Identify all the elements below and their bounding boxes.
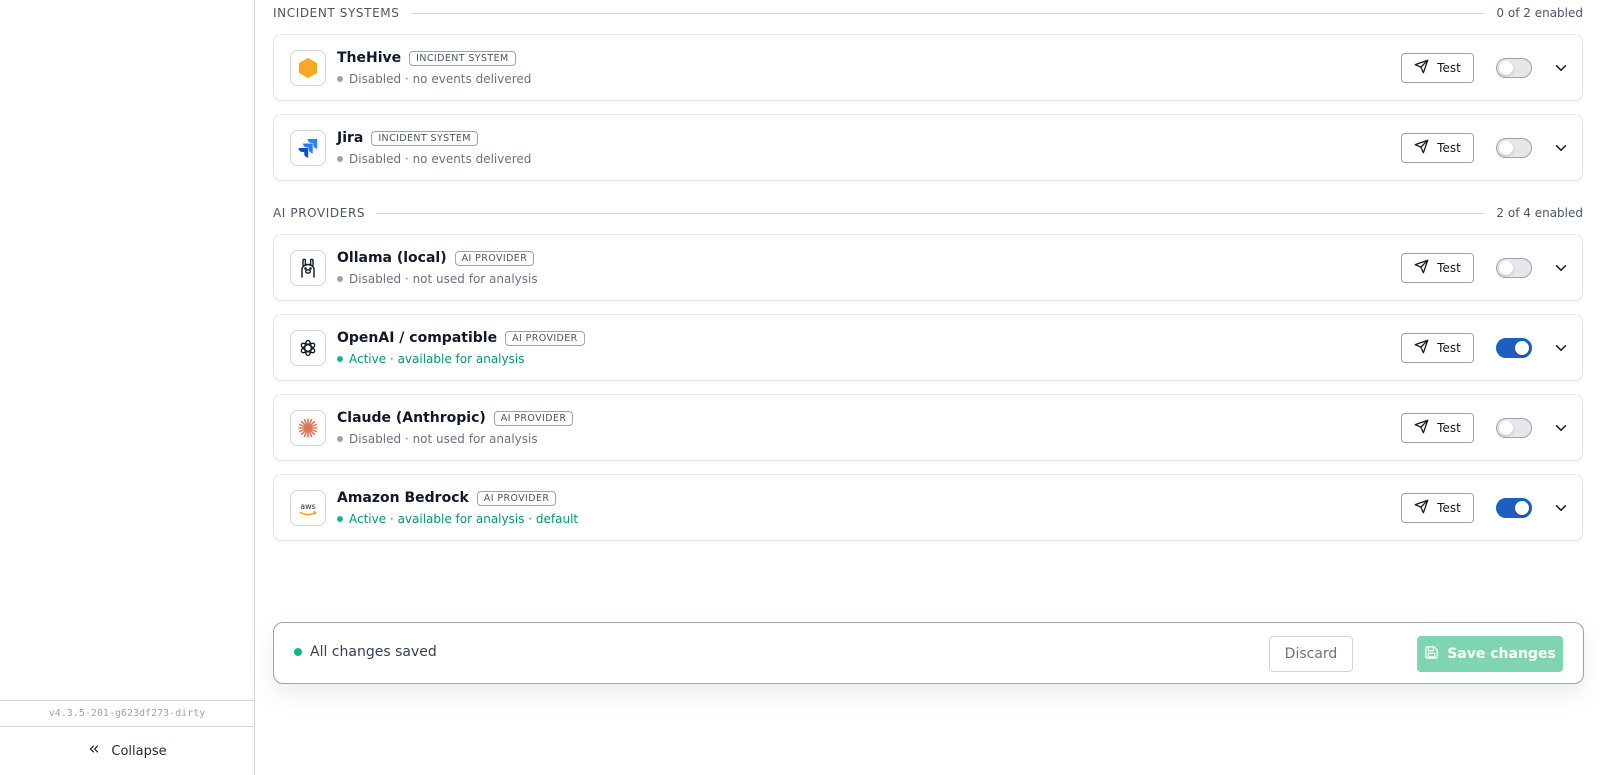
type-badge: INCIDENT SYSTEM	[371, 130, 478, 146]
section-header-incident-systems: INCIDENT SYSTEMS 0 of 2 enabled	[273, 3, 1583, 23]
chevron-down-icon[interactable]	[1552, 419, 1570, 437]
integration-name: Jira	[337, 130, 364, 146]
section-count: 0 of 2 enabled	[1496, 6, 1583, 20]
test-button[interactable]: Test	[1401, 493, 1474, 523]
openai-icon	[290, 330, 326, 366]
status-dot	[337, 76, 343, 82]
integration-name: TheHive	[337, 50, 402, 66]
status-dot	[337, 356, 343, 362]
status-text: Active · available for analysis · defaul…	[349, 512, 579, 526]
integration-card-jira: Jira INCIDENT SYSTEM Disabled · no event…	[273, 114, 1583, 181]
claude-icon	[290, 410, 326, 446]
integration-card-claude: Claude (Anthropic) AI PROVIDER Disabled …	[273, 394, 1583, 461]
status-text: Active · available for analysis	[349, 352, 525, 366]
status-text: Disabled · no events delivered	[349, 72, 532, 86]
send-icon	[1414, 419, 1429, 437]
save-bar: All changes saved Discard Save changes	[273, 622, 1584, 684]
status-dot	[337, 516, 343, 522]
enable-toggle[interactable]	[1496, 498, 1532, 518]
status-text: Disabled · no events delivered	[349, 152, 532, 166]
test-label: Test	[1437, 501, 1461, 515]
version-label: v4.3.5-201-g623df273-dirty	[0, 700, 254, 727]
send-icon	[1414, 339, 1429, 357]
send-icon	[1414, 499, 1429, 517]
thehive-icon	[290, 50, 326, 86]
chevron-down-icon[interactable]	[1552, 59, 1570, 77]
integration-status: Active · available for analysis · defaul…	[337, 512, 578, 526]
integration-status: Disabled · no events delivered	[337, 152, 531, 166]
svg-text:aws: aws	[300, 502, 316, 511]
collapse-button[interactable]: Collapse	[0, 740, 254, 762]
chevron-down-icon[interactable]	[1552, 139, 1570, 157]
type-badge: INCIDENT SYSTEM	[409, 50, 516, 66]
status-text: Disabled · not used for analysis	[349, 432, 538, 446]
save-label: Save changes	[1447, 646, 1556, 662]
discard-button[interactable]: Discard	[1269, 636, 1353, 672]
test-button[interactable]: Test	[1401, 253, 1474, 283]
status-dot	[337, 276, 343, 282]
status-dot	[337, 436, 343, 442]
enable-toggle[interactable]	[1496, 58, 1532, 78]
save-icon	[1424, 645, 1439, 664]
collapse-label: Collapse	[111, 743, 167, 759]
section-count: 2 of 4 enabled	[1496, 206, 1583, 220]
ollama-icon	[290, 250, 326, 286]
send-icon	[1414, 259, 1429, 277]
test-button[interactable]: Test	[1401, 333, 1474, 363]
integration-name: Claude (Anthropic)	[337, 410, 486, 426]
integration-name: OpenAI / compatible	[337, 330, 498, 346]
send-icon	[1414, 139, 1429, 157]
type-badge: AI PROVIDER	[454, 250, 535, 266]
section-title: INCIDENT SYSTEMS	[273, 6, 400, 20]
test-label: Test	[1437, 261, 1461, 275]
type-badge: AI PROVIDER	[493, 410, 574, 426]
jira-icon	[290, 130, 326, 166]
send-icon	[1414, 59, 1429, 77]
save-status: All changes saved	[294, 644, 437, 660]
test-button[interactable]: Test	[1401, 413, 1474, 443]
integration-card-openai: OpenAI / compatible AI PROVIDER Active ·…	[273, 314, 1583, 381]
chevrons-left-icon	[87, 742, 101, 760]
enable-toggle[interactable]	[1496, 258, 1532, 278]
section-divider	[411, 12, 1485, 14]
test-button[interactable]: Test	[1401, 133, 1474, 163]
status-dot	[337, 156, 343, 162]
aws-icon: aws	[290, 490, 326, 526]
integration-card-amazon-bedrock: aws Amazon Bedrock AI PROVIDER Active · …	[273, 474, 1583, 541]
section-title: AI PROVIDERS	[273, 206, 366, 220]
chevron-down-icon[interactable]	[1552, 339, 1570, 357]
section-divider	[377, 212, 1485, 214]
enable-toggle[interactable]	[1496, 138, 1532, 158]
integration-status: Disabled · not used for analysis	[337, 432, 538, 446]
integration-status: Active · available for analysis	[337, 352, 524, 366]
chevron-down-icon[interactable]	[1552, 259, 1570, 277]
enable-toggle[interactable]	[1496, 338, 1532, 358]
enable-toggle[interactable]	[1496, 418, 1532, 438]
integration-card-thehive: TheHive INCIDENT SYSTEM Disabled · no ev…	[273, 34, 1583, 101]
integration-status: Disabled · no events delivered	[337, 72, 531, 86]
test-label: Test	[1437, 61, 1461, 75]
status-text: Disabled · not used for analysis	[349, 272, 538, 286]
integration-card-ollama: Ollama (local) AI PROVIDER Disabled · no…	[273, 234, 1583, 301]
chevron-down-icon[interactable]	[1552, 499, 1570, 517]
test-label: Test	[1437, 341, 1461, 355]
type-badge: AI PROVIDER	[476, 490, 557, 506]
saved-dot	[294, 648, 302, 656]
section-header-ai-providers: AI PROVIDERS 2 of 4 enabled	[273, 203, 1583, 223]
test-label: Test	[1437, 421, 1461, 435]
sidebar: v4.3.5-201-g623df273-dirty Collapse	[0, 0, 255, 775]
type-badge: AI PROVIDER	[505, 330, 585, 346]
integration-status: Disabled · not used for analysis	[337, 272, 538, 286]
test-label: Test	[1437, 141, 1461, 155]
test-button[interactable]: Test	[1401, 53, 1474, 83]
integration-name: Amazon Bedrock	[337, 490, 469, 506]
save-changes-button[interactable]: Save changes	[1417, 636, 1563, 672]
integration-name: Ollama (local)	[337, 250, 447, 266]
save-status-text: All changes saved	[310, 644, 437, 660]
